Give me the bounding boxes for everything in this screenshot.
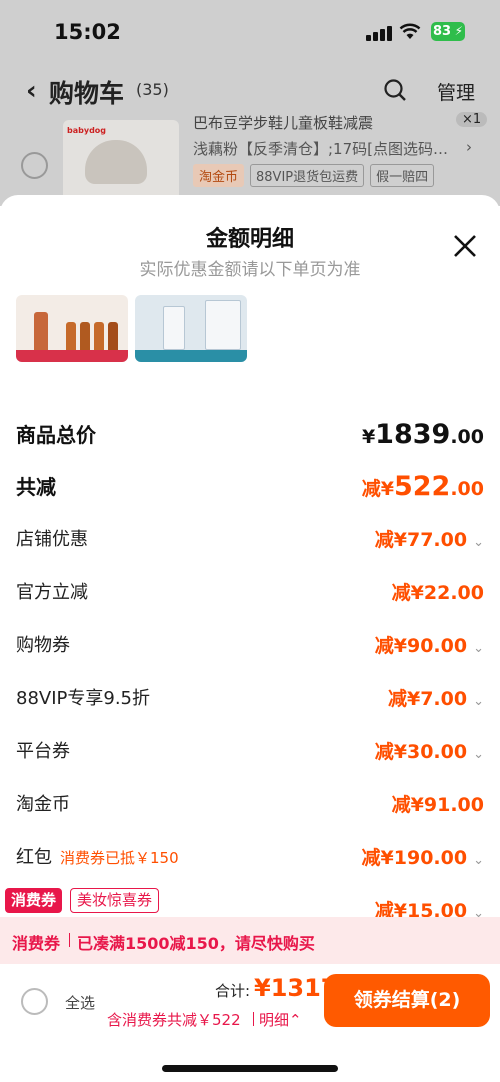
taojinbi-row: 淘金币 减¥91.00 <box>16 790 484 820</box>
signal-icon <box>366 25 392 41</box>
page-title: 购物车 <box>49 79 125 108</box>
status-time: 15:02 <box>54 20 121 44</box>
chevron-down-icon: ⌄ <box>473 535 484 550</box>
promo-banner[interactable]: 消费券 已凑满1500减150，请尽快购买 <box>0 917 500 964</box>
cart-item-spec[interactable]: 浅藕粉【反季清仓】;17码[点图选码… <box>193 138 448 159</box>
total-label: 合计: <box>215 982 251 1000</box>
tab-consumer-coupon[interactable]: 消费券 <box>5 888 63 913</box>
quantity-tag: ×1 <box>456 112 488 127</box>
promo-text: 已凑满1500减150，请尽快购买 <box>77 934 315 953</box>
sheet-subtitle: 实际优惠金额请以下单页为准 <box>139 260 361 280</box>
total-discount-row: 共减 减¥522.00 <box>16 471 484 502</box>
chevron-right-icon: › <box>466 138 472 156</box>
red-packet-label: 红包 消费券已抵￥150 <box>16 847 179 868</box>
wifi-icon <box>399 22 421 45</box>
vip-badge: 88VIP退货包运费 <box>250 164 365 187</box>
tab-beauty-coupon[interactable]: 美妆惊喜券 <box>70 888 160 913</box>
cart-header: ‹ 购物车 (35) 管理 <box>0 66 500 116</box>
discount-note: 含消费券共减￥522 <box>107 1011 241 1029</box>
checkout-bar: 全选 合计: ¥1317 含消费券共减￥522 明细⌃ 领券结算(2) <box>0 964 500 1082</box>
vip-discount-label: 88VIP专享9.5折 <box>16 688 151 709</box>
cart-page: ‹ 购物车 (35) 管理 babydog 巴布豆学步鞋儿童板鞋减震 ×1 浅藕… <box>0 66 500 206</box>
home-indicator <box>162 1065 338 1072</box>
official-discount-label: 官方立减 <box>16 582 88 603</box>
red-packet-value: 减¥190.00 ⌄ <box>361 847 484 869</box>
store-discount-label: 店铺优惠 <box>16 529 88 550</box>
product-thumbnail[interactable] <box>135 295 247 362</box>
total-price-label: 商品总价 <box>16 423 96 447</box>
platform-coupon-row[interactable]: 平台券 减¥30.00 ⌄ <box>16 737 484 767</box>
coupon-tabs: 消费券 美妆惊喜券 <box>0 884 176 917</box>
vip-discount-value: 减¥7.00 ⌄ <box>387 688 484 710</box>
badge-list: 淘金币 88VIP退货包运费 假一赔四 <box>193 164 435 187</box>
cart-item[interactable]: babydog 巴布豆学步鞋儿童板鞋减震 ×1 浅藕粉【反季清仓】;17码[点图… <box>0 112 500 206</box>
battery-icon: 83 ⚡ <box>431 22 465 41</box>
cart-item-checkbox[interactable] <box>21 152 48 179</box>
total-discount-label: 共减 <box>16 475 56 499</box>
sheet-title: 金额明细 <box>205 227 294 252</box>
charging-icon: ⚡ <box>454 24 463 38</box>
store-discount-value: 减¥77.00 ⌄ <box>374 529 484 551</box>
platform-coupon-value: 减¥30.00 ⌄ <box>374 741 484 763</box>
product-image[interactable]: babydog <box>63 120 179 204</box>
divider <box>69 933 70 947</box>
total-price-row: 商品总价 ¥1839.00 <box>16 419 484 450</box>
official-discount-row: 官方立减 减¥22.00 <box>16 578 484 608</box>
brand-logo: babydog <box>67 126 107 135</box>
close-icon[interactable] <box>452 233 478 259</box>
taojinbi-value: 减¥91.00 <box>391 794 484 816</box>
red-packet-row[interactable]: 红包 消费券已抵￥150 减¥190.00 ⌄ <box>16 843 484 873</box>
total-price-value: ¥1839.00 <box>361 419 484 450</box>
platform-coupon-label: 平台券 <box>16 741 70 762</box>
checkout-button[interactable]: 领券结算(2) <box>324 974 490 1027</box>
back-icon[interactable]: ‹ <box>26 76 37 106</box>
coin-badge: 淘金币 <box>193 164 245 187</box>
chevron-down-icon: ⌄ <box>473 694 484 709</box>
chevron-down-icon: ⌄ <box>473 747 484 762</box>
shopping-coupon-label: 购物券 <box>16 635 70 656</box>
vip-discount-row[interactable]: 88VIP专享9.5折 减¥7.00 ⌄ <box>16 684 484 714</box>
authentic-badge: 假一赔四 <box>370 164 435 187</box>
cart-count: (35) <box>136 80 169 99</box>
search-icon[interactable] <box>383 78 407 102</box>
divider <box>253 1012 254 1026</box>
product-thumbnail[interactable] <box>16 295 128 362</box>
select-all-label[interactable]: 全选 <box>65 992 95 1013</box>
shopping-coupon-value: 减¥90.00 ⌄ <box>374 635 484 657</box>
chevron-down-icon: ⌄ <box>473 853 484 868</box>
taojinbi-label: 淘金币 <box>16 794 70 815</box>
detail-toggle[interactable]: 明细⌃ <box>259 1009 302 1030</box>
red-packet-note: 消费券已抵￥150 <box>60 849 179 867</box>
shopping-coupon-row[interactable]: 购物券 减¥90.00 ⌄ <box>16 631 484 661</box>
manage-button[interactable]: 管理 <box>437 78 475 105</box>
total-discount-value: 减¥522.00 <box>361 471 484 502</box>
battery-level: 83 <box>433 24 452 39</box>
promo-label: 消费券 <box>12 934 61 953</box>
select-all-checkbox[interactable] <box>21 988 48 1015</box>
status-bar: 15:02 83 ⚡ <box>0 0 500 66</box>
store-discount-row[interactable]: 店铺优惠 减¥77.00 ⌄ <box>16 525 484 555</box>
official-discount-value: 减¥22.00 <box>391 582 484 604</box>
cart-item-title[interactable]: 巴布豆学步鞋儿童板鞋减震 <box>193 112 373 133</box>
chevron-down-icon: ⌄ <box>473 641 484 656</box>
shoe-image <box>85 140 147 184</box>
